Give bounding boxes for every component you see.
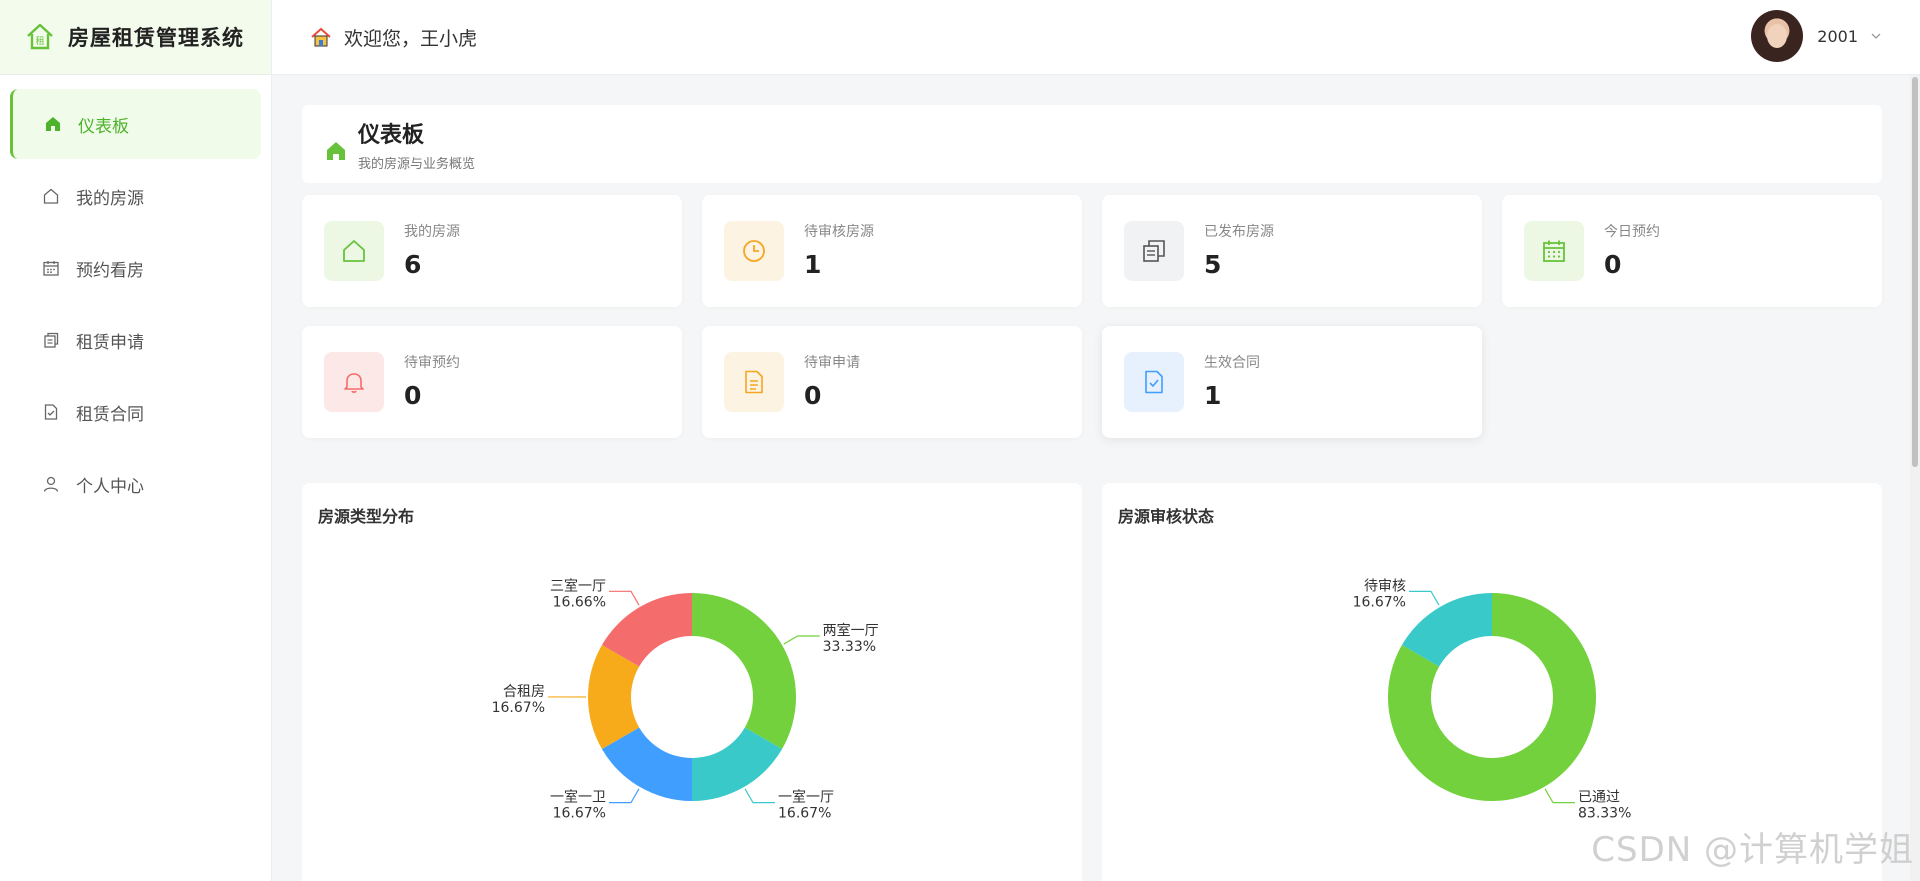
stat-icon-box [324, 352, 384, 412]
slice-category-label: 已通过 [1578, 790, 1620, 806]
stat-icon-box [1124, 352, 1184, 412]
stat-label: 待审核房源 [804, 224, 874, 240]
sidebar-item-label: 仪表板 [78, 116, 129, 137]
stat-label: 我的房源 [404, 224, 460, 240]
slice-percent-label: 16.67% [778, 806, 831, 822]
label-leader-line [744, 788, 776, 804]
user-menu[interactable]: 2001 [1751, 10, 1882, 62]
page-header: 仪表板 我的房源与业务概览 [302, 105, 1882, 183]
stat-card-active-contracts[interactable]: 生效合同 1 [1102, 326, 1482, 438]
sidebar-item-label: 预约看房 [76, 260, 144, 281]
logo-house-icon: 租 [27, 23, 53, 50]
label-leader-line [1408, 590, 1440, 606]
file-check-icon [1145, 370, 1163, 394]
sidebar-menu: 仪表板 我的房源 预约看房 租赁申请 租赁合同 个人中心 [0, 75, 271, 519]
label-leader-line [608, 788, 640, 804]
stat-icon-box [724, 352, 784, 412]
stat-card-today-viewings[interactable]: 今日预约 0 [1502, 195, 1882, 307]
sidebar-item-viewings[interactable]: 预约看房 [10, 233, 261, 303]
stat-value: 0 [804, 381, 822, 410]
app-title: 房屋租赁管理系统 [68, 26, 244, 50]
label-leader-line [1544, 788, 1576, 804]
slice-percent-label: 33.33% [823, 639, 876, 655]
stat-icon-box [1124, 221, 1184, 281]
label-leader-line [783, 635, 820, 645]
sidebar-item-dashboard[interactable]: 仪表板 [10, 89, 261, 159]
slice-percent-label: 83.33% [1578, 806, 1631, 822]
stat-value: 5 [1204, 250, 1222, 279]
stat-value: 1 [804, 250, 822, 279]
slice-category-label: 合租房 [503, 684, 545, 700]
sidebar-item-my-listings[interactable]: 我的房源 [10, 161, 261, 231]
stat-value: 6 [404, 250, 422, 279]
scrollbar[interactable] [1910, 75, 1920, 881]
sidebar-item-profile[interactable]: 个人中心 [10, 449, 261, 519]
slice-category-label: 一室一卫 [550, 789, 606, 806]
copy-icon [1143, 240, 1165, 262]
slice-category-label: 三室一厅 [550, 577, 606, 594]
sidebar-item-contracts[interactable]: 租赁合同 [10, 377, 261, 447]
sidebar-item-label: 租赁申请 [76, 332, 144, 353]
stat-card-pending-applications[interactable]: 待审申请 0 [702, 326, 1082, 438]
stat-icon-box [324, 221, 384, 281]
watermark: CSDN @计算机学姐 [1591, 830, 1914, 870]
home-icon [46, 117, 60, 131]
stat-value: 1 [1204, 381, 1222, 410]
calendar-icon [43, 261, 59, 276]
main-content: 仪表板 我的房源与业务概览 我的房源 6 待审核房源 1 已发布房源 5 今日预… [272, 75, 1920, 881]
sidebar-item-label: 我的房源 [76, 188, 144, 209]
slice-percent-label: 16.66% [553, 594, 606, 610]
sidebar-item-applications[interactable]: 租赁申请 [10, 305, 261, 375]
document-icon [745, 370, 763, 394]
calendar-icon [1543, 240, 1565, 262]
stat-icon-box [724, 221, 784, 281]
stat-label: 生效合同 [1204, 355, 1260, 371]
listing-type-donut-chart: 两室一厅33.33%一室一厅16.67%一室一卫16.67%合租房16.67%三… [492, 577, 879, 822]
welcome-text: 欢迎您，王小虎 [344, 27, 478, 50]
house-outline-icon [43, 188, 59, 204]
sidebar-item-label: 租赁合同 [76, 404, 144, 425]
stat-label: 待审预约 [404, 355, 460, 371]
home-icon [327, 142, 345, 160]
stat-card-pending-listings[interactable]: 待审核房源 1 [702, 195, 1082, 307]
stat-value: 0 [1604, 250, 1622, 279]
clock-icon [743, 240, 765, 262]
chart-card-listing-types: 房源类型分布 两室一厅 33.33% 一室一厅 16.67% 一室一卫 16.67% 合租房… [302, 483, 1082, 881]
stat-value: 0 [404, 381, 422, 410]
house-icon [343, 240, 365, 262]
slice-category-label: 两室一厅 [823, 622, 879, 639]
welcome-message: 欢迎您，王小虎 [310, 24, 477, 51]
slice-category-label: 一室一厅 [778, 789, 834, 806]
stat-card-published-listings[interactable]: 已发布房源 5 [1102, 195, 1482, 307]
chevron-down-icon[interactable] [1870, 30, 1882, 42]
slice-percent-label: 16.67% [553, 806, 606, 822]
donut-slice[interactable] [692, 593, 797, 749]
stat-card-my-listings[interactable]: 我的房源 6 [302, 195, 682, 307]
slice-category-label: 待审核 [1364, 578, 1406, 594]
user-icon [43, 476, 59, 492]
brand[interactable]: 租 房屋租赁管理系统 [0, 0, 271, 75]
stat-label: 待审申请 [804, 355, 860, 371]
sidebar-item-label: 个人中心 [76, 476, 144, 497]
avatar[interactable] [1751, 10, 1804, 62]
stat-card-pending-viewings[interactable]: 待审预约 0 [302, 326, 682, 438]
svg-text:租: 租 [35, 36, 44, 47]
slice-percent-label: 16.67% [1353, 594, 1406, 610]
stat-label: 今日预约 [1604, 224, 1660, 240]
slice-percent-label: 16.67% [492, 700, 545, 716]
stat-icon-box [1524, 221, 1584, 281]
page-subtitle: 我的房源与业务概览 [358, 156, 476, 172]
contract-icon [44, 404, 58, 420]
label-leader-line [609, 590, 640, 606]
stat-label: 已发布房源 [1204, 224, 1274, 240]
scrollbar-thumb[interactable] [1912, 77, 1918, 467]
sidebar: 租 房屋租赁管理系统 仪表板 我的房源 预约看房 租赁申请 租赁合同 个人中心 [0, 0, 272, 881]
page-title: 仪表板 [358, 122, 425, 148]
home-colored-icon [311, 27, 331, 47]
documents-icon [44, 332, 59, 348]
top-header: 欢迎您，王小虎 2001 [272, 0, 1920, 75]
bell-icon [344, 373, 364, 393]
username[interactable]: 2001 [1817, 27, 1858, 46]
